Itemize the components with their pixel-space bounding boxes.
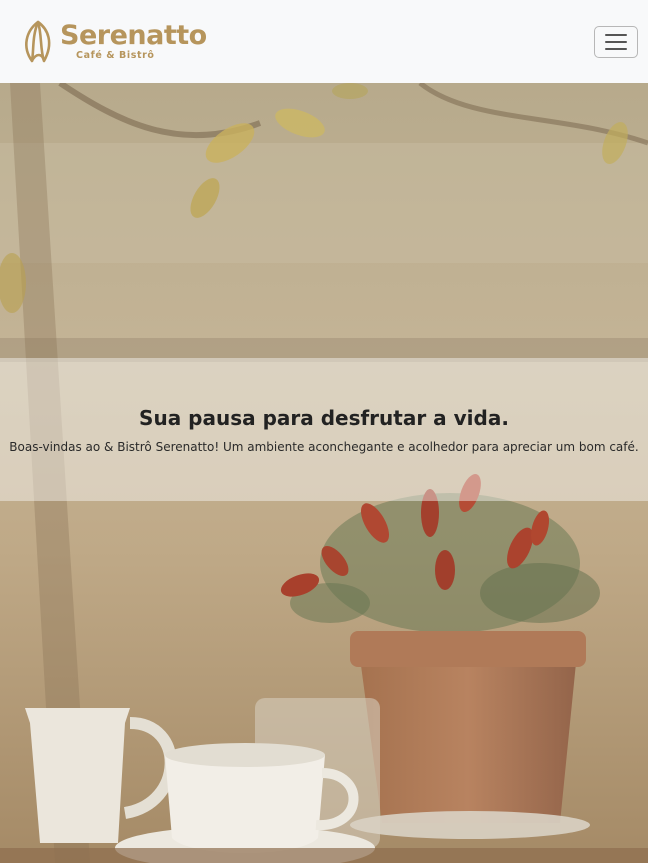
brand-name: Serenatto — [60, 20, 207, 52]
coffee-bean-logo-icon — [25, 20, 51, 62]
hero-banner: Sua pausa para desfrutar a vida. Boas-vi… — [0, 83, 648, 863]
brand-link[interactable]: Serenatto Café & Bistrô — [20, 19, 207, 65]
hero-caption: Sua pausa para desfrutar a vida. Boas-vi… — [0, 358, 648, 501]
navbar: Serenatto Café & Bistrô — [0, 0, 648, 83]
hero-title: Sua pausa para desfrutar a vida. — [139, 405, 509, 430]
navbar-toggler-button[interactable] — [594, 25, 638, 58]
hero-subtitle: Boas-vindas ao & Bistrô Serenatto! Um am… — [9, 439, 639, 454]
brand-subtitle: Café & Bistrô — [76, 50, 155, 62]
hamburger-menu-icon — [605, 33, 627, 36]
